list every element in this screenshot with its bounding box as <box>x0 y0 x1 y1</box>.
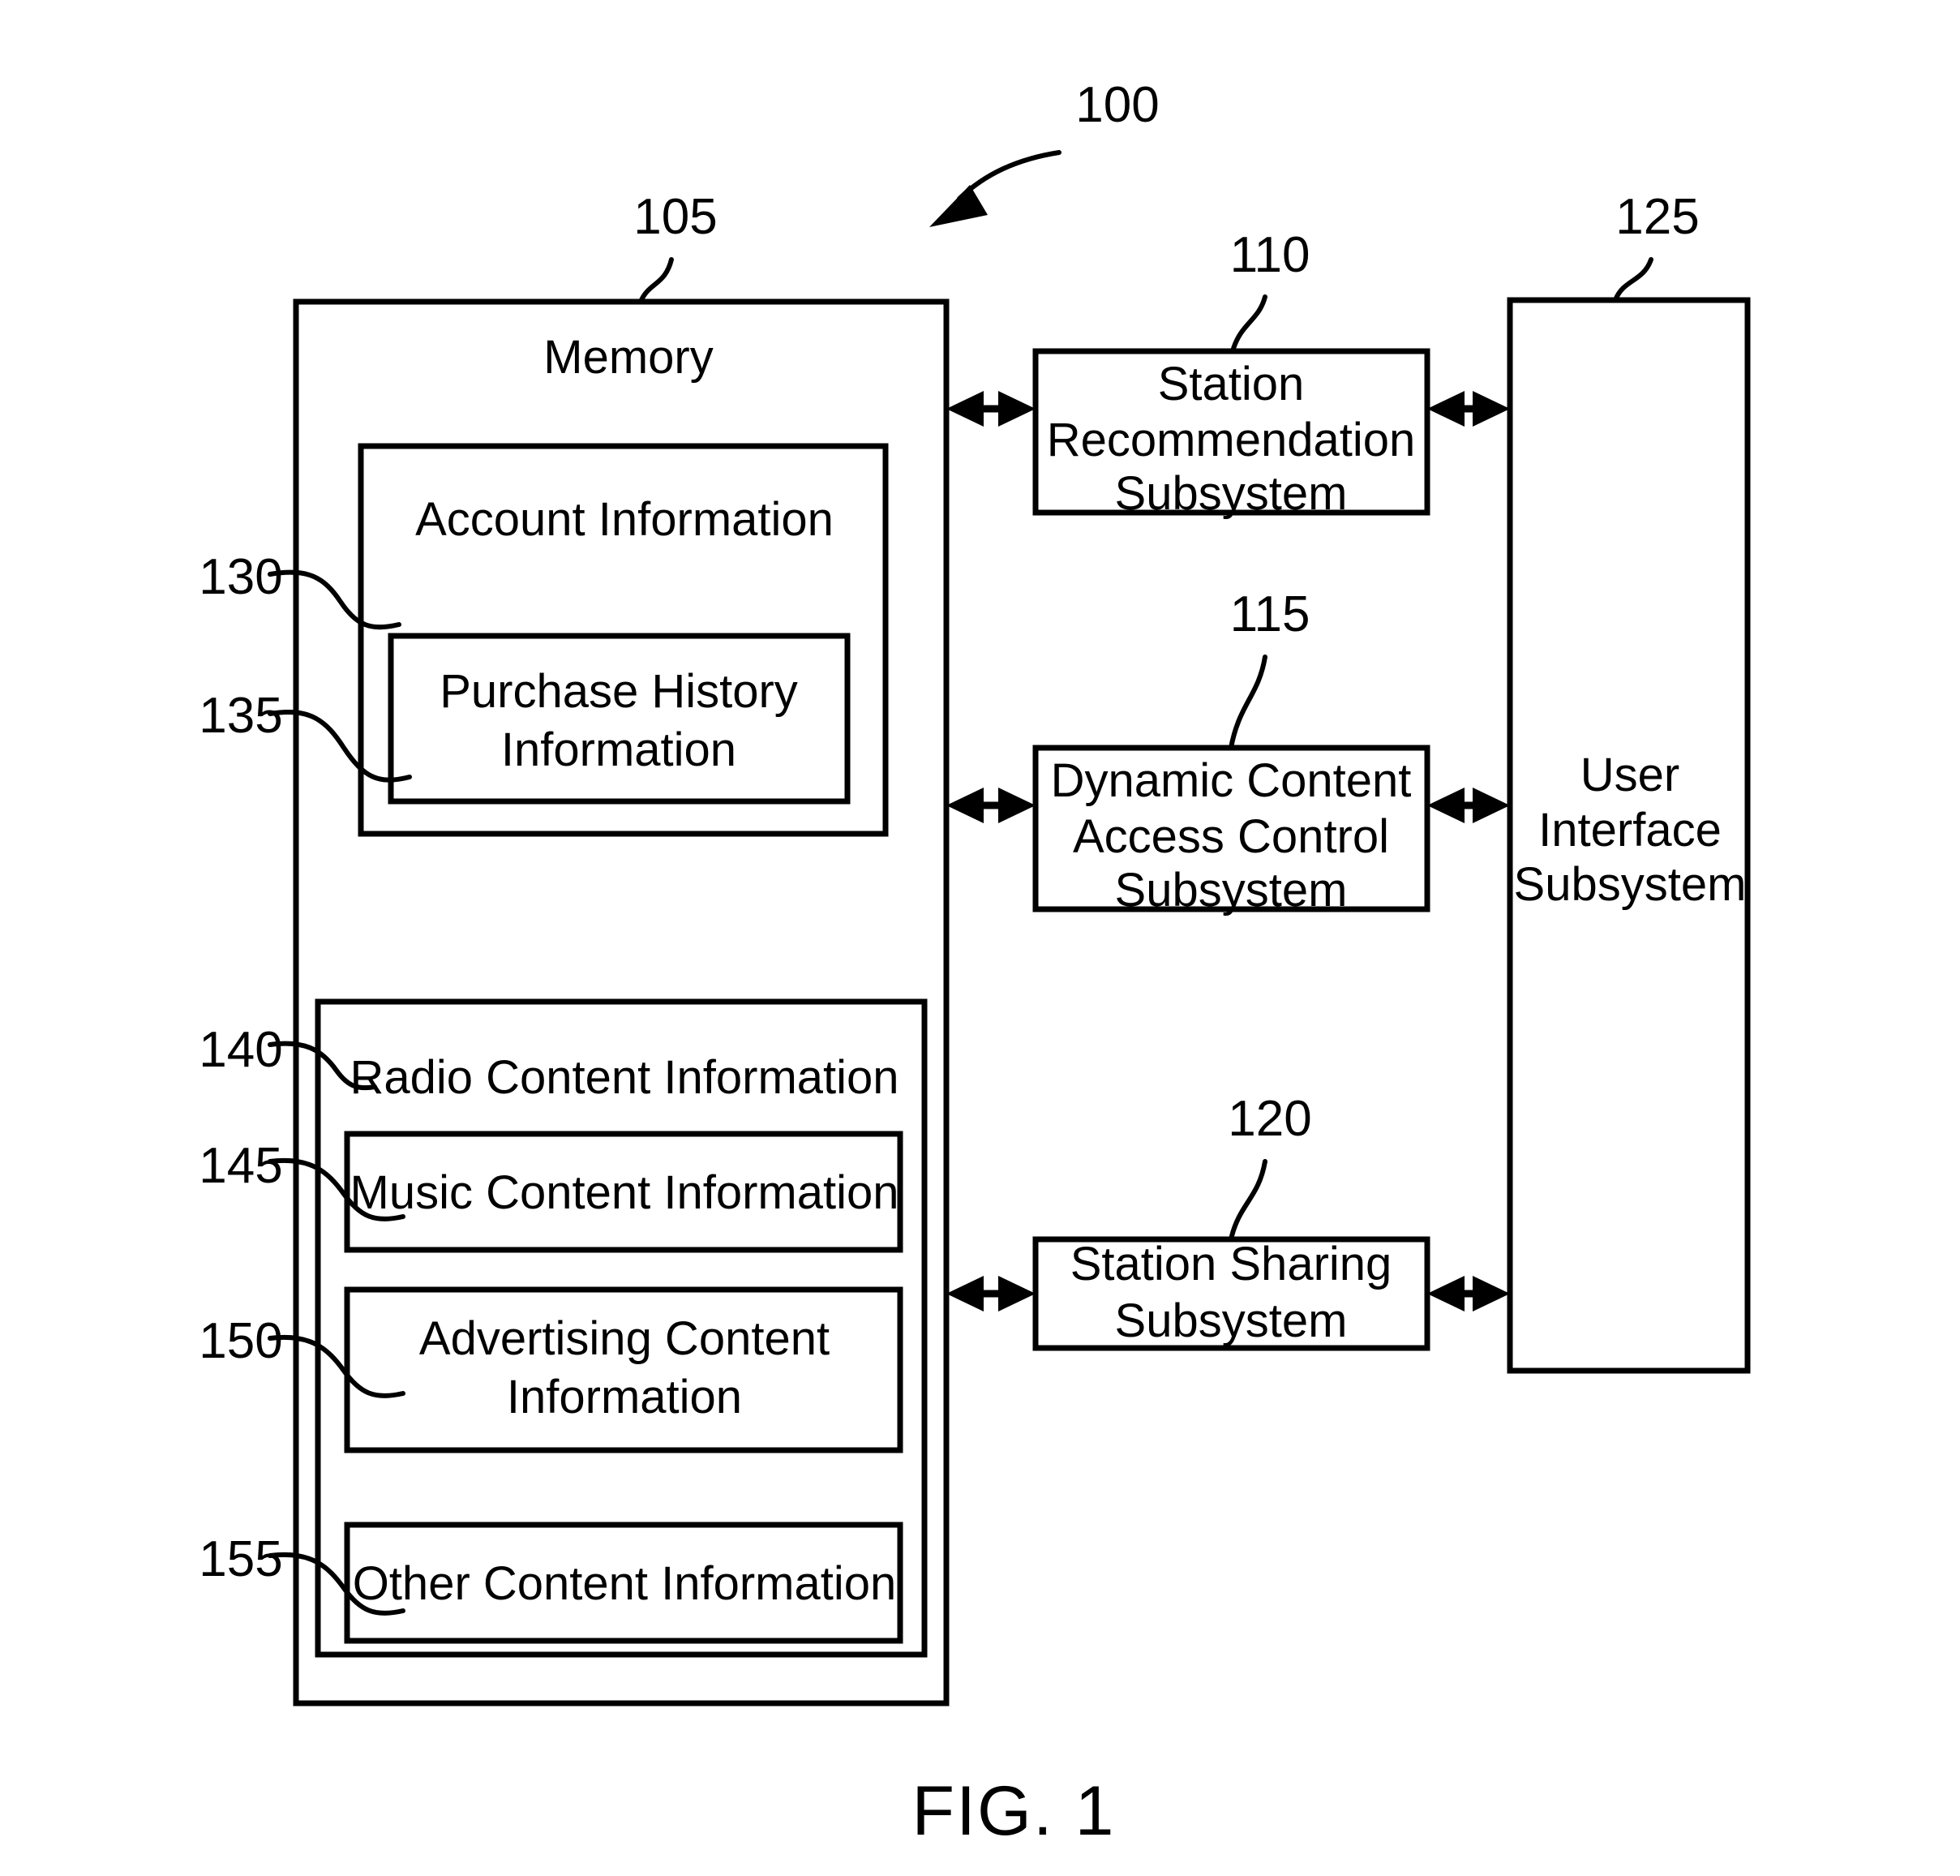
dynamic-content-label-line1: Dynamic Content <box>1051 754 1412 807</box>
ref-label-115: 115 <box>1230 586 1310 642</box>
ref-label-130: 130 <box>199 549 282 605</box>
connector-memory-to-station-sharing <box>946 1276 1036 1311</box>
music-content-block: Music Content Information 145 <box>199 1131 903 1253</box>
ref-label-145: 145 <box>199 1138 282 1194</box>
connector-memory-to-dynamic-content-access-control <box>946 788 1036 823</box>
dynamic-content-access-control-subsystem-block: Dynamic Content Access Control Subsystem… <box>1032 586 1430 917</box>
ref-130-leader <box>268 569 401 630</box>
memory-block: Memory 105 <box>293 189 950 1706</box>
ref-115-leader <box>1229 655 1267 750</box>
ref-110-leader <box>1230 294 1267 354</box>
purchase-history-label-line1: Purchase History <box>440 665 798 718</box>
station-recommendation-label-line3: Subsystem <box>1115 467 1348 520</box>
connector-station-recommendation-to-user-interface <box>1427 391 1510 427</box>
station-recommendation-subsystem-block: Station Recommendation Subsystem 110 <box>1032 227 1430 520</box>
ref-label-120: 120 <box>1228 1091 1311 1147</box>
patent-figure-1: 100 Memory 105 Account Information 130 P… <box>0 0 1960 1876</box>
ref-label-100: 100 <box>1075 77 1159 133</box>
advertising-content-block: Advertising Content Information 150 <box>199 1286 903 1453</box>
music-content-label: Music Content Information <box>350 1166 899 1219</box>
dynamic-content-label-line2: Access Control <box>1073 810 1389 863</box>
advertising-content-label-line1: Advertising Content <box>419 1312 830 1365</box>
other-content-block: Other Content Information 155 <box>199 1522 903 1644</box>
ref-label-150: 150 <box>199 1313 282 1369</box>
advertising-content-label-line2: Information <box>507 1371 742 1423</box>
account-information-label: Account Information <box>415 493 834 546</box>
ref-label-155: 155 <box>199 1531 282 1587</box>
other-content-label: Other Content Information <box>353 1557 897 1610</box>
connector-dynamic-content-access-control-to-user-interface <box>1427 788 1510 823</box>
ref-150-leader <box>268 1334 405 1398</box>
system-ref-100-group: 100 <box>929 77 1160 227</box>
purchase-history-label-line2: Information <box>501 723 736 776</box>
station-recommendation-label-line2: Recommendation <box>1047 414 1416 466</box>
station-recommendation-label-line1: Station <box>1158 358 1305 410</box>
connector-station-sharing-to-user-interface <box>1427 1276 1510 1311</box>
block-diagram-canvas: 100 Memory 105 Account Information 130 P… <box>199 77 1751 1850</box>
connector-memory-to-station-recommendation <box>946 391 1036 427</box>
radio-content-label: Radio Content Information <box>350 1051 899 1104</box>
memory-label: Memory <box>543 331 713 384</box>
ref-125-leader <box>1613 257 1653 303</box>
ref-label-140: 140 <box>199 1022 282 1078</box>
ref-label-125: 125 <box>1615 189 1699 245</box>
user-interface-label-line2: Interface <box>1538 804 1722 856</box>
user-interface-label-line3: Subsystem <box>1514 858 1747 911</box>
dynamic-content-label-line3: Subsystem <box>1115 864 1348 917</box>
system-ref-100-leader <box>957 150 1061 201</box>
purchase-history-box <box>388 633 851 805</box>
figure-caption: FIG. 1 <box>912 1772 1116 1850</box>
ref-label-105: 105 <box>633 189 717 245</box>
ref-120-leader <box>1229 1159 1267 1242</box>
station-sharing-label-line2: Subsystem <box>1115 1294 1348 1347</box>
ref-label-110: 110 <box>1230 227 1310 283</box>
user-interface-label-line1: User <box>1580 749 1679 801</box>
station-sharing-label-line1: Station Sharing <box>1070 1238 1392 1290</box>
station-sharing-subsystem-block: Station Sharing Subsystem 120 <box>1032 1091 1430 1351</box>
ref-105-leader <box>638 257 674 304</box>
system-ref-100-arrowhead <box>929 185 988 227</box>
user-interface-subsystem-block: User Interface Subsystem 125 <box>1507 189 1751 1374</box>
